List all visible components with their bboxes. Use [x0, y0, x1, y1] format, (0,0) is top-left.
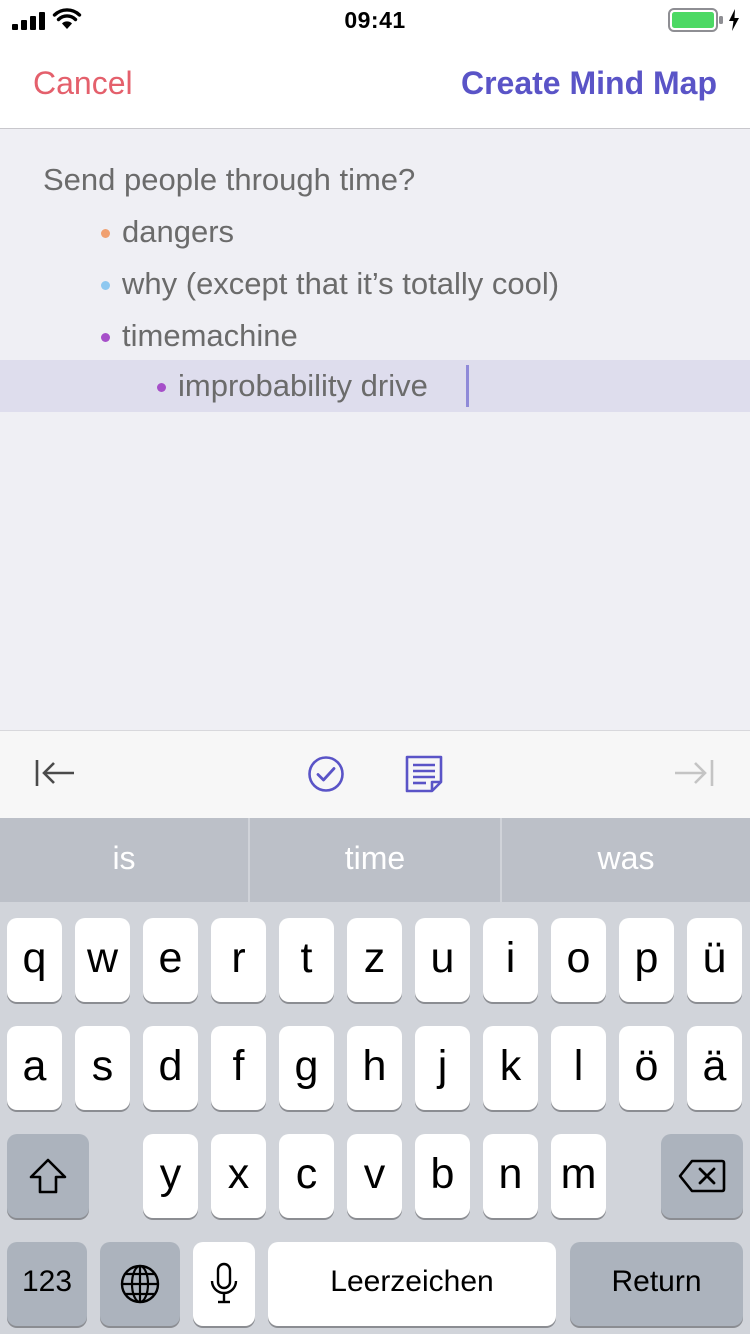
- globe-key[interactable]: [100, 1242, 180, 1326]
- key-d[interactable]: d: [143, 1026, 198, 1110]
- key-e[interactable]: e: [143, 918, 198, 1002]
- key-o-umlaut[interactable]: ö: [619, 1026, 674, 1110]
- bullet-dot-icon: [101, 333, 110, 342]
- space-key[interactable]: Leerzeichen: [268, 1242, 556, 1326]
- suggestion-item[interactable]: was: [502, 818, 750, 902]
- suggestion-bar: is time was: [0, 818, 750, 902]
- key-r[interactable]: r: [211, 918, 266, 1002]
- key-u[interactable]: u: [415, 918, 470, 1002]
- bullet-dot-icon: [101, 281, 110, 290]
- outline-root-row[interactable]: Send people through time?: [0, 154, 750, 206]
- key-m[interactable]: m: [551, 1134, 606, 1218]
- checkmark-circle-icon[interactable]: [307, 755, 345, 793]
- key-p[interactable]: p: [619, 918, 674, 1002]
- microphone-key[interactable]: [193, 1242, 255, 1326]
- outdent-icon[interactable]: [34, 757, 76, 789]
- globe-icon: [120, 1264, 160, 1304]
- key-o[interactable]: o: [551, 918, 606, 1002]
- suggestion-item[interactable]: is: [0, 818, 248, 902]
- suggestion-item[interactable]: time: [250, 818, 500, 902]
- key-b[interactable]: b: [415, 1134, 470, 1218]
- key-s[interactable]: s: [75, 1026, 130, 1110]
- status-bar: 09:41: [0, 0, 750, 40]
- key-n[interactable]: n: [483, 1134, 538, 1218]
- note-icon[interactable]: [405, 755, 443, 793]
- key-l[interactable]: l: [551, 1026, 606, 1110]
- key-k[interactable]: k: [483, 1026, 538, 1110]
- key-w[interactable]: w: [75, 918, 130, 1002]
- outline-item-text: timemachine: [122, 318, 298, 353]
- numbers-key[interactable]: 123: [7, 1242, 87, 1326]
- key-x[interactable]: x: [211, 1134, 266, 1218]
- delete-key[interactable]: [661, 1134, 743, 1218]
- delete-icon: [678, 1159, 726, 1193]
- key-t[interactable]: t: [279, 918, 334, 1002]
- create-mind-map-button[interactable]: Create Mind Map: [461, 65, 717, 102]
- outline-item-text: why (except that it’s totally cool): [122, 266, 560, 301]
- key-q[interactable]: q: [7, 918, 62, 1002]
- status-time: 09:41: [344, 7, 406, 33]
- key-v[interactable]: v: [347, 1134, 402, 1218]
- key-g[interactable]: g: [279, 1026, 334, 1110]
- outline-item-row[interactable]: timemachine: [0, 310, 750, 362]
- key-i[interactable]: i: [483, 918, 538, 1002]
- key-u-umlaut[interactable]: ü: [687, 918, 742, 1002]
- editor-toolbar: [0, 730, 750, 818]
- outline-item-text: dangers: [122, 214, 235, 249]
- outline-root-text: Send people through time?: [43, 162, 416, 197]
- key-z[interactable]: z: [347, 918, 402, 1002]
- return-key[interactable]: Return: [570, 1242, 743, 1326]
- key-y[interactable]: y: [143, 1134, 198, 1218]
- microphone-icon: [210, 1262, 238, 1304]
- text-caret: [466, 365, 469, 407]
- keyboard: is time was q w e r t z u i o p ü a s d …: [0, 818, 750, 1334]
- outline-item-text: improbability drive: [178, 368, 428, 403]
- bullet-dot-icon: [101, 229, 110, 238]
- key-j[interactable]: j: [415, 1026, 470, 1110]
- outline-item-row[interactable]: why (except that it’s totally cool): [0, 258, 750, 310]
- key-a-umlaut[interactable]: ä: [687, 1026, 742, 1110]
- outline-editor[interactable]: Send people through time? dangers why (e…: [0, 129, 750, 730]
- battery-icon: [668, 8, 723, 32]
- shift-icon: [29, 1158, 67, 1194]
- shift-key[interactable]: [7, 1134, 89, 1218]
- key-c[interactable]: c: [279, 1134, 334, 1218]
- outline-item-row-selected[interactable]: improbability drive: [0, 360, 750, 412]
- indent-icon[interactable]: [673, 757, 715, 789]
- key-f[interactable]: f: [211, 1026, 266, 1110]
- cancel-button[interactable]: Cancel: [33, 65, 133, 102]
- charging-bolt-icon: [729, 9, 739, 31]
- key-h[interactable]: h: [347, 1026, 402, 1110]
- outline-item-row[interactable]: dangers: [0, 206, 750, 258]
- key-a[interactable]: a: [7, 1026, 62, 1110]
- navigation-bar: Cancel Create Mind Map: [0, 40, 750, 129]
- bullet-dot-icon: [157, 383, 166, 392]
